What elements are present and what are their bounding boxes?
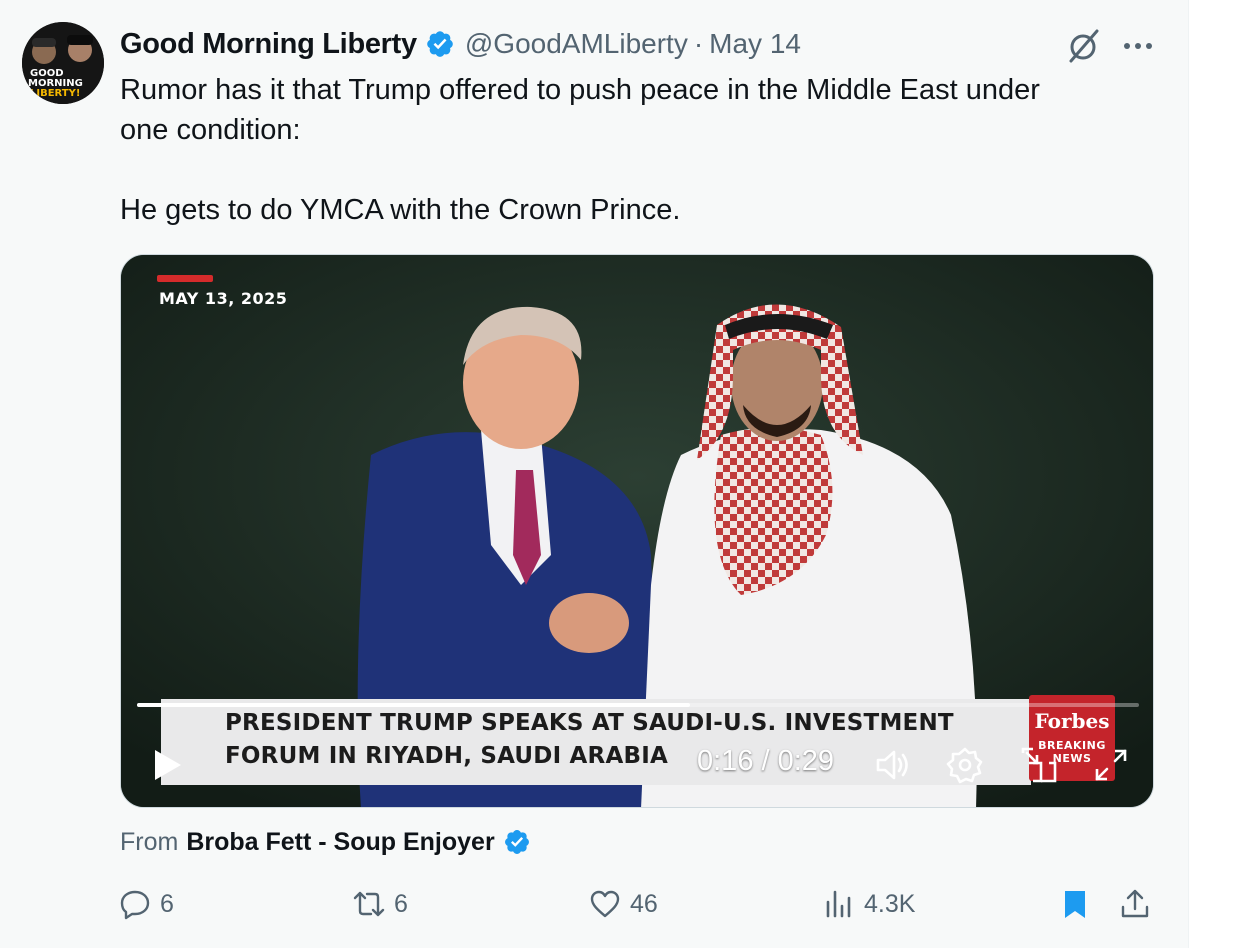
play-icon bbox=[155, 750, 181, 780]
like-button[interactable]: 46 bbox=[588, 882, 658, 926]
verified-badge-icon[interactable] bbox=[425, 29, 455, 59]
reply-button[interactable]: 6 bbox=[118, 882, 174, 926]
reply-count: 6 bbox=[160, 889, 174, 918]
tweet-page: GOOD MORNING LIBERTY! Good Morning Liber… bbox=[0, 0, 1188, 948]
video-controls: 0:16 / 0:29 bbox=[121, 733, 1153, 795]
tweet-text-line: one condition: bbox=[120, 114, 301, 146]
share-upload-icon bbox=[1121, 889, 1149, 918]
video-progress-fill bbox=[137, 703, 691, 707]
video-time: 0:16 / 0:29 bbox=[697, 745, 835, 777]
video-player[interactable]: MAY 13, 2025 PRESIDENT TRUMP SPEAKS AT S… bbox=[120, 254, 1154, 808]
video-progress-bar[interactable] bbox=[137, 703, 1139, 707]
avatar-image: GOOD MORNING LIBERTY! bbox=[22, 22, 104, 104]
author-display-name[interactable]: Good Morning Liberty bbox=[120, 28, 417, 61]
volume-icon bbox=[876, 750, 908, 780]
reply-icon bbox=[120, 890, 150, 920]
bookmark-filled-icon bbox=[1065, 891, 1085, 918]
like-count: 46 bbox=[630, 889, 658, 918]
attribution-label: From bbox=[120, 827, 179, 856]
bookmark-button[interactable] bbox=[1058, 882, 1092, 926]
tweet-text: Rumor has it that Trump offered to push … bbox=[120, 70, 1140, 230]
play-button[interactable] bbox=[147, 745, 187, 785]
attribution-author[interactable]: Broba Fett - Soup Enjoyer bbox=[186, 828, 494, 857]
author-avatar[interactable]: GOOD MORNING LIBERTY! bbox=[22, 22, 104, 104]
forbes-wordmark: Forbes bbox=[1034, 709, 1110, 733]
more-horizontal-icon[interactable] bbox=[1118, 26, 1158, 66]
verified-badge-icon[interactable] bbox=[503, 828, 531, 856]
tweet-date[interactable]: May 14 bbox=[709, 28, 801, 60]
picture-in-picture-button[interactable] bbox=[1019, 745, 1059, 785]
video-date-accent bbox=[157, 275, 213, 282]
fullscreen-button[interactable] bbox=[1091, 745, 1131, 785]
repost-icon bbox=[353, 891, 385, 917]
author-handle[interactable]: @GoodAMLiberty bbox=[465, 28, 688, 60]
tweet-action-bar: 6 6 46 4.3K bbox=[0, 882, 1188, 926]
heart-icon bbox=[590, 890, 620, 918]
fullscreen-icon bbox=[1095, 749, 1127, 781]
svg-text:LIBERTY!: LIBERTY! bbox=[30, 88, 80, 99]
video-attribution: From Broba Fett - Soup Enjoyer bbox=[120, 822, 531, 862]
tweet-text-line: He gets to do YMCA with the Crown Prince… bbox=[120, 194, 681, 226]
share-button[interactable] bbox=[1118, 882, 1152, 926]
grok-slash-circle-icon[interactable] bbox=[1064, 26, 1104, 66]
settings-button[interactable] bbox=[945, 745, 985, 785]
header-actions bbox=[1064, 26, 1158, 66]
repost-button[interactable]: 6 bbox=[352, 882, 408, 926]
tweet-text-line: Rumor has it that Trump offered to push … bbox=[120, 74, 1040, 106]
analytics-bar-icon bbox=[826, 890, 851, 918]
views-button[interactable]: 4.3K bbox=[822, 882, 915, 926]
repost-count: 6 bbox=[394, 889, 408, 918]
pip-icon bbox=[1021, 747, 1057, 783]
view-count: 4.3K bbox=[864, 889, 916, 918]
video-overlay-date: MAY 13, 2025 bbox=[159, 289, 288, 308]
settings-icon bbox=[946, 747, 983, 784]
tweet-header: Good Morning Liberty @GoodAMLiberty · Ma… bbox=[120, 24, 801, 64]
right-panel-edge bbox=[1188, 0, 1236, 948]
header-separator: · bbox=[693, 28, 704, 59]
volume-button[interactable] bbox=[873, 745, 913, 785]
